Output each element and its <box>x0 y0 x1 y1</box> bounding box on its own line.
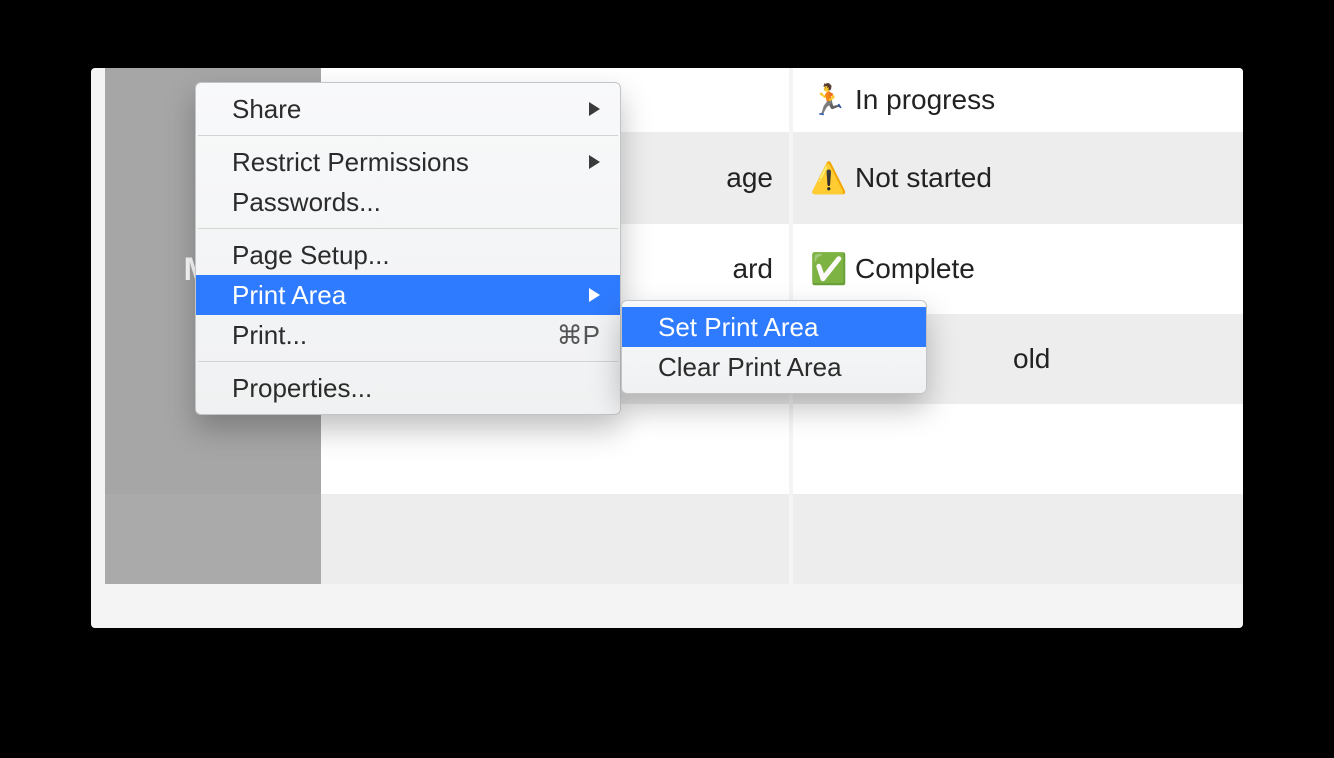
row-header <box>105 404 321 494</box>
table-cell[interactable] <box>1107 224 1243 314</box>
status-cell[interactable]: ⚠️ Not started <box>793 132 1107 224</box>
menu-label: Page Setup... <box>232 240 600 271</box>
menu-label: Set Print Area <box>658 312 906 343</box>
menu-item-page-setup[interactable]: Page Setup... <box>196 235 620 275</box>
chevron-right-icon <box>589 288 600 302</box>
menu-label: Print... <box>232 320 557 351</box>
menu-item-share[interactable]: Share <box>196 89 620 129</box>
menu-separator <box>198 228 618 229</box>
submenu-item-clear-print-area[interactable]: Clear Print Area <box>622 347 926 387</box>
table-cell[interactable] <box>793 404 1107 494</box>
menu-label: Passwords... <box>232 187 600 218</box>
chevron-right-icon <box>589 155 600 169</box>
runner-icon: 🏃 <box>809 83 849 118</box>
table-cell[interactable] <box>1107 494 1243 584</box>
table-cell[interactable] <box>1107 404 1243 494</box>
screenshot-frame: Mor 🏃 In progress age ⚠️ Not started ard… <box>91 68 1243 628</box>
chevron-right-icon <box>589 102 600 116</box>
warning-icon: ⚠️ <box>809 161 849 196</box>
table-cell[interactable] <box>321 404 789 494</box>
status-text: In progress <box>855 84 995 116</box>
menu-item-print-area[interactable]: Print Area <box>196 275 620 315</box>
context-menu: Share Restrict Permissions Passwords... … <box>195 82 621 415</box>
menu-item-restrict-permissions[interactable]: Restrict Permissions <box>196 142 620 182</box>
table-cell[interactable] <box>1107 314 1243 404</box>
status-text: Not started <box>855 162 992 194</box>
row-header <box>105 494 321 584</box>
status-text: Complete <box>855 253 975 285</box>
menu-label: Clear Print Area <box>658 352 906 383</box>
menu-item-passwords[interactable]: Passwords... <box>196 182 620 222</box>
table-cell[interactable] <box>1107 68 1243 132</box>
status-text-fragment: old <box>1013 343 1050 375</box>
menu-item-properties[interactable]: Properties... <box>196 368 620 408</box>
menu-label: Properties... <box>232 373 600 404</box>
menu-separator <box>198 361 618 362</box>
menu-label: Share <box>232 94 589 125</box>
status-cell[interactable]: 🏃 In progress <box>793 68 1107 132</box>
check-icon: ✅ <box>809 252 849 287</box>
submenu-item-set-print-area[interactable]: Set Print Area <box>622 307 926 347</box>
cell-text: ard <box>733 253 773 285</box>
cell-text: age <box>726 162 773 194</box>
table-cell[interactable] <box>1107 132 1243 224</box>
menu-item-print[interactable]: Print... ⌘P <box>196 315 620 355</box>
menu-shortcut: ⌘P <box>557 320 600 351</box>
spreadsheet-canvas: Mor 🏃 In progress age ⚠️ Not started ard… <box>105 68 1243 628</box>
menu-separator <box>198 135 618 136</box>
menu-label: Print Area <box>232 280 589 311</box>
table-cell[interactable] <box>321 494 789 584</box>
menu-label: Restrict Permissions <box>232 147 589 178</box>
table-cell[interactable] <box>793 494 1107 584</box>
context-submenu-print-area: Set Print Area Clear Print Area <box>621 300 927 394</box>
